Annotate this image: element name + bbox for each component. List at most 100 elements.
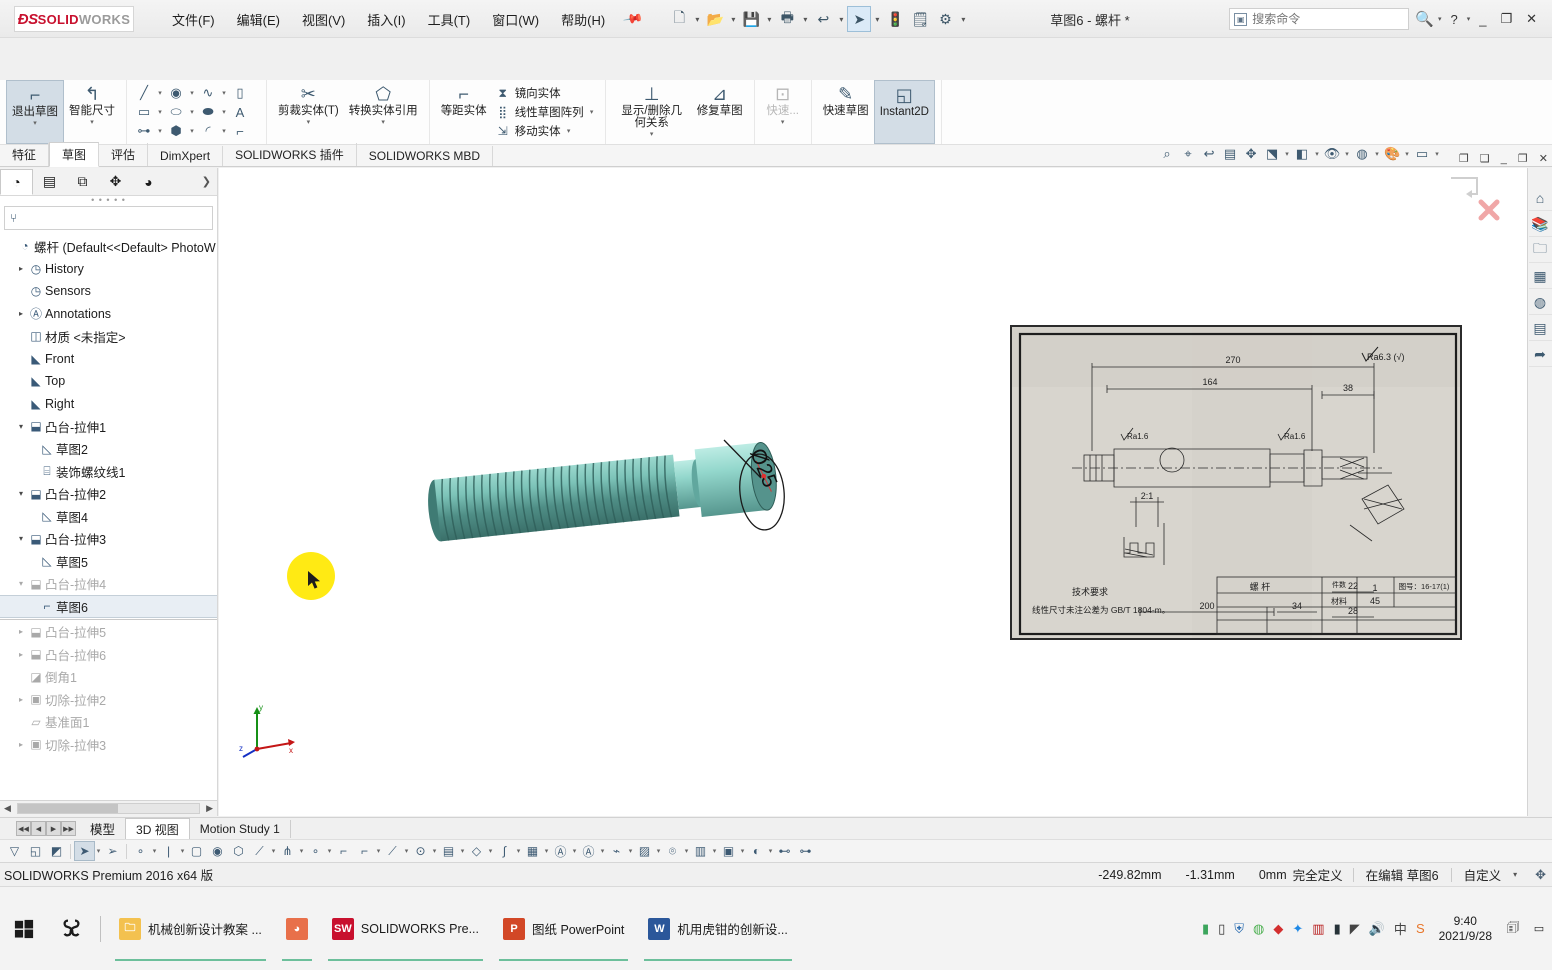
menu-edit[interactable]: 编辑(E): [227, 6, 290, 33]
tree-sketch-6[interactable]: ⌐ 草图6: [0, 595, 217, 618]
tree-boss-extrude-6[interactable]: ▸ ⬓ 凸台-拉伸6: [0, 643, 217, 666]
minimize-button[interactable]: _: [1474, 10, 1491, 29]
taskbar-browser[interactable]: ◕: [274, 887, 320, 970]
smart-dimension-button[interactable]: ↰ 智能尺寸 ▾: [64, 80, 120, 144]
clear-filters-icon[interactable]: ⊷: [774, 841, 795, 861]
convert-entities-button-caret[interactable]: ▾: [381, 118, 385, 126]
solid-filter-icon[interactable]: ⬡: [228, 841, 249, 861]
task-pane-design-library[interactable]: 📚: [1528, 212, 1552, 237]
tab-nav-2[interactable]: ▶: [46, 821, 61, 836]
action-center-icon[interactable]: 🗊: [1500, 887, 1526, 970]
tab-sketch[interactable]: 草图: [49, 142, 100, 167]
rectangle-icon[interactable]: ▭: [133, 103, 155, 121]
view-settings-icon[interactable]: ▭: [1412, 144, 1432, 164]
undo-icon-caret[interactable]: ▾: [836, 15, 846, 24]
bluetooth-icon[interactable]: ✦: [1292, 921, 1303, 937]
move-entities-item[interactable]: ⇲ 移动实体 ▾: [492, 122, 599, 140]
sketch-filter-icon[interactable]: ⌐: [333, 841, 354, 861]
tree-chamfer-1[interactable]: ◪ 倒角1: [0, 666, 217, 689]
feature-manager-more-icon[interactable]: ❯: [202, 175, 217, 188]
select-arrow-icon-caret[interactable]: ▾: [872, 15, 882, 24]
move-entities-icon-caret[interactable]: ▾: [565, 127, 573, 135]
exit-sketch-button[interactable]: ⌐ 退出草图 ▾: [6, 80, 64, 144]
weld-filter-icon[interactable]: ◇: [466, 841, 487, 861]
menu-file[interactable]: 文件(F): [162, 6, 225, 33]
help-button[interactable]: ?: [1445, 10, 1462, 29]
hatch-filter-icon-caret[interactable]: ▾: [655, 847, 662, 855]
tree-rollback-bar[interactable]: [0, 618, 217, 620]
new-document-icon[interactable]: 🗋: [667, 6, 691, 32]
task-pane-appearances[interactable]: ◍: [1528, 290, 1552, 315]
media-icon[interactable]: ▥: [1312, 921, 1324, 937]
close-button[interactable]: ✕: [1521, 9, 1542, 29]
tree-datum-plane-1[interactable]: ▱ 基准面1: [0, 711, 217, 734]
pushpin-icon[interactable]: 📌: [622, 8, 645, 30]
zoom-to-fit-icon[interactable]: ⌕: [1157, 144, 1177, 164]
show-desktop-icon[interactable]: ▭: [1526, 887, 1552, 970]
restore-doc-button[interactable]: ❐: [1455, 151, 1473, 166]
model-tab-label[interactable]: 模型: [76, 819, 125, 838]
engineering-drawing-image[interactable]: Ra6.3 (√) Ra1.6 Ra1.6 270 164 38 200 34 22 28 2…: [1010, 325, 1462, 640]
tree-part-root[interactable]: ◔ 螺杆 (Default<<Default> PhotoW: [0, 235, 217, 258]
tree-boss-extrude-5-expander[interactable]: ▸: [15, 627, 27, 636]
feature-tree-scrollbar[interactable]: ◀ ▶: [0, 800, 217, 816]
rebuild-icon[interactable]: 🚦: [883, 6, 907, 32]
rectangle-icon-caret[interactable]: ▾: [156, 108, 164, 116]
tree-sketch-5[interactable]: ◺ 草图5: [0, 550, 217, 573]
task-pane-custom-properties[interactable]: ▤: [1528, 316, 1552, 341]
balloon-filter-icon-caret[interactable]: ▾: [599, 847, 606, 855]
tree-history[interactable]: ▸ ◷ History: [0, 258, 217, 281]
tree-boss-extrude-3-expander[interactable]: ▾: [15, 534, 27, 543]
tree-material[interactable]: ◫ 材质 <未指定>: [0, 325, 217, 348]
menu-insert[interactable]: 插入(I): [357, 6, 415, 33]
view-orientation-cube-icon-caret[interactable]: ▾: [1283, 150, 1291, 158]
restore2-doc-button[interactable]: ❐: [1514, 151, 1532, 166]
tree-cut-extrude-2[interactable]: ▸ ▣ 切除-拉伸2: [0, 688, 217, 711]
quick-snaps-button[interactable]: ⊡ 快速... ▾: [761, 80, 805, 144]
search-companion-icon[interactable]: [48, 887, 94, 970]
relation-filter-icon-caret[interactable]: ▾: [431, 847, 438, 855]
curve-filter-icon[interactable]: ∫: [494, 841, 515, 861]
security-shield-icon[interactable]: ⛨: [1234, 921, 1244, 937]
help-caret-icon[interactable]: ▾: [1467, 15, 1471, 23]
ellipse-icon-caret[interactable]: ▾: [220, 108, 228, 116]
undo-icon[interactable]: ↩: [811, 6, 835, 32]
midpoint-filter-icon[interactable]: ∘: [305, 841, 326, 861]
scroll-right-icon[interactable]: ▶: [202, 803, 217, 814]
horizontal-scroll-track[interactable]: [16, 803, 201, 814]
tab-property-manager[interactable]: ▤: [33, 169, 66, 195]
filter-icon[interactable]: ▽: [4, 841, 25, 861]
deselect-icon[interactable]: ➢: [102, 841, 123, 861]
taskbar-word[interactable]: W 机用虎钳的创新设...: [636, 887, 799, 970]
point-filter-icon[interactable]: ∘: [130, 841, 151, 861]
select-arrow-icon[interactable]: ➤: [74, 841, 95, 861]
menu-window[interactable]: 窗口(W): [482, 6, 549, 33]
quick-snaps-button-caret[interactable]: ▾: [781, 118, 785, 126]
tab-nav-arrows[interactable]: ◀◀ ◀ ▶ ▶▶: [16, 821, 76, 836]
convert-entities-button[interactable]: ⬠ 转换实体引用 ▾: [344, 80, 423, 144]
weld-filter-icon-caret[interactable]: ▾: [487, 847, 494, 855]
menu-tools[interactable]: 工具(T): [418, 6, 481, 33]
edge-filter-icon[interactable]: ⟋: [249, 841, 270, 861]
task-pane-file-explorer[interactable]: 🗀: [1528, 238, 1552, 263]
polygon-icon-caret[interactable]: ▾: [188, 127, 196, 135]
sogou-input-icon[interactable]: S: [1416, 921, 1425, 936]
task-pane-home[interactable]: ⌂: [1528, 186, 1552, 211]
apply-scene-icon[interactable]: 🎨: [1382, 144, 1402, 164]
circle-icon-caret[interactable]: ▾: [188, 89, 196, 97]
filter-faces-icon[interactable]: ◱: [25, 841, 46, 861]
menu-help[interactable]: 帮助(H): [551, 6, 615, 33]
line-filter-icon[interactable]: |: [158, 841, 179, 861]
print-icon[interactable]: 🖶: [775, 6, 799, 32]
tab-dimxpert[interactable]: DimXpert: [148, 146, 224, 166]
exit-sketch-button-caret[interactable]: ▾: [33, 119, 37, 127]
circle-icon[interactable]: ◉: [165, 84, 187, 102]
note-filter-icon-caret[interactable]: ▾: [571, 847, 578, 855]
tree-history-expander[interactable]: ▸: [15, 264, 27, 273]
antivirus-icon[interactable]: ◆: [1273, 921, 1283, 937]
vertex-filter-icon-caret[interactable]: ▾: [298, 847, 305, 855]
lead-screw-3d-model[interactable]: Ø25: [414, 416, 814, 556]
confirm-corner[interactable]: [1439, 172, 1509, 228]
weld-bead-filter-icon[interactable]: ⌁: [606, 841, 627, 861]
taskbar-folder-window[interactable]: 🗀 机械创新设计教案 ...: [107, 887, 274, 970]
